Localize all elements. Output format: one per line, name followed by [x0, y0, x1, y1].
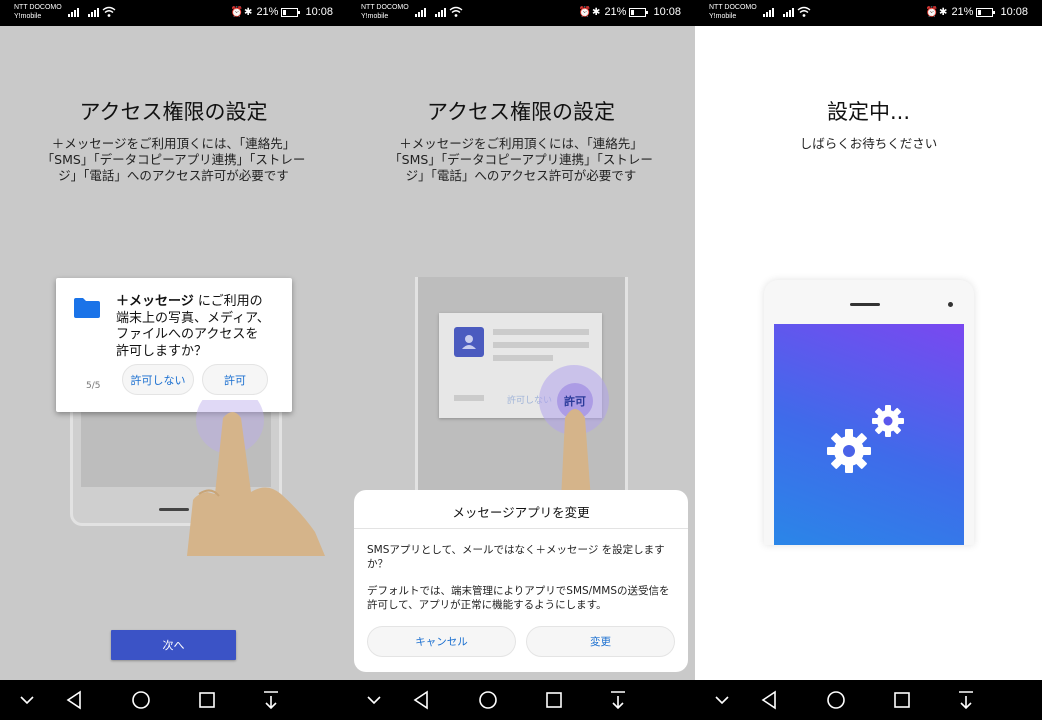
- change-app-dialog: メッセージアプリを変更 SMSアプリとして、メールではなく＋メッセージ を設定し…: [354, 490, 688, 672]
- carrier-line-1: NTT DOCOMO: [14, 4, 62, 11]
- divider: [354, 528, 688, 529]
- page-description: ＋メッセージをご利用頂くには、「連絡先」 「SMS」「データコピーアプリ連携」「…: [41, 136, 306, 183]
- dialog-message: ＋メッセージ にご利用の 端末上の写真、メディア、 ファイルへのアクセスを 許可…: [116, 294, 278, 360]
- battery-percent: 21%: [604, 6, 627, 18]
- status-right: ⏰✱ 21% 10:08: [231, 6, 333, 18]
- wifi-icon: [797, 6, 811, 17]
- chevron-down-icon[interactable]: [20, 690, 34, 710]
- carrier-line-1: NTT DOCOMO: [709, 4, 757, 11]
- dialog-app-name: ＋メッセージ: [116, 294, 194, 309]
- speaker-grille: [850, 303, 880, 306]
- page-description: しばらくお待ちください: [799, 136, 938, 151]
- deny-button-illustration: 許可しない: [122, 364, 194, 395]
- change-button[interactable]: 変更: [526, 626, 675, 657]
- wifi-icon: [449, 6, 463, 17]
- alarm-bluetooth-icon: ⏰✱: [925, 6, 949, 18]
- carrier-line-2: Y!mobile: [709, 13, 737, 20]
- status-bar: NTT DOCOMO Y!mobile ⏰✱ 21% 10:08: [695, 0, 1042, 26]
- text-line-placeholder: [493, 355, 553, 361]
- battery-icon: [976, 7, 996, 17]
- clock: 10:08: [653, 6, 681, 18]
- notification-pulldown-icon[interactable]: [262, 690, 280, 710]
- text-line-placeholder: [493, 329, 589, 335]
- carrier-line-1: NTT DOCOMO: [361, 4, 409, 11]
- signal-icon: [783, 8, 794, 17]
- status-right: ⏰✱ 21% 10:08: [579, 6, 681, 18]
- carrier-label: NTT DOCOMO Y!mobile: [361, 3, 409, 21]
- alarm-bluetooth-icon: ⏰✱: [578, 6, 602, 18]
- carrier-line-2: Y!mobile: [14, 13, 42, 20]
- carrier-label: NTT DOCOMO Y!mobile: [14, 3, 62, 21]
- signal-icon: [763, 8, 774, 17]
- screen-access-permission: NTT DOCOMO Y!mobile ⏰✱ 21% 10:08 アクセス権限の…: [0, 0, 347, 720]
- status-bar: NTT DOCOMO Y!mobile ⏰✱ 21% 10:08: [347, 0, 695, 26]
- cancel-button[interactable]: キャンセル: [367, 626, 516, 657]
- phone-screen: [774, 324, 964, 545]
- navigation-bar: [695, 680, 1042, 720]
- carrier-label: NTT DOCOMO Y!mobile: [709, 3, 757, 21]
- signal-icon: [68, 8, 79, 17]
- page-title: アクセス権限の設定: [427, 100, 615, 124]
- back-icon[interactable]: [66, 690, 82, 710]
- recents-icon[interactable]: [545, 690, 563, 710]
- chevron-down-icon[interactable]: [367, 690, 381, 710]
- carrier-line-2: Y!mobile: [361, 13, 389, 20]
- page-title: 設定中...: [826, 100, 911, 124]
- back-icon[interactable]: [761, 690, 777, 710]
- signal-icon: [88, 8, 99, 17]
- page-title: アクセス権限の設定: [79, 100, 268, 124]
- camera-dot: [948, 302, 953, 307]
- battery-icon: [281, 7, 301, 17]
- text-line-placeholder: [493, 342, 589, 348]
- folder-icon: [74, 298, 100, 318]
- text-line-placeholder: [454, 395, 484, 401]
- alarm-bluetooth-icon: ⏰✱: [230, 6, 254, 18]
- navigation-bar: [0, 680, 347, 720]
- chevron-down-icon[interactable]: [715, 690, 729, 710]
- screen-setting-up: NTT DOCOMO Y!mobile ⏰✱ 21% 10:08 設定中... …: [695, 0, 1042, 720]
- finger-icon: [187, 400, 325, 556]
- battery-percent: 21%: [256, 6, 279, 18]
- signal-icon: [415, 8, 426, 17]
- finger-icon: [561, 409, 591, 500]
- clock: 10:08: [305, 6, 333, 18]
- wifi-icon: [102, 6, 116, 17]
- status-right: ⏰✱ 21% 10:08: [926, 6, 1028, 18]
- dialog-title: メッセージアプリを変更: [452, 505, 590, 520]
- signal-icon: [435, 8, 446, 17]
- status-bar: NTT DOCOMO Y!mobile ⏰✱ 21% 10:08: [0, 0, 347, 26]
- notification-pulldown-icon[interactable]: [957, 690, 975, 710]
- contact-icon: [454, 327, 484, 357]
- recents-icon[interactable]: [198, 690, 216, 710]
- page-description: ＋メッセージをご利用頂くには、「連絡先」 「SMS」「データコピーアプリ連携」「…: [389, 136, 653, 183]
- home-icon[interactable]: [478, 690, 498, 710]
- battery-icon: [629, 7, 649, 17]
- allow-button-illustration: 許可: [202, 364, 268, 395]
- gears-icon: [827, 405, 904, 473]
- battery-percent: 21%: [951, 6, 974, 18]
- back-icon[interactable]: [413, 690, 429, 710]
- navigation-bar: [347, 680, 695, 720]
- notification-pulldown-icon[interactable]: [609, 690, 627, 710]
- screen-change-sms-app: NTT DOCOMO Y!mobile ⏰✱ 21% 10:08 アクセス権限の…: [347, 0, 695, 720]
- next-button[interactable]: 次へ: [111, 630, 236, 660]
- clock: 10:08: [1000, 6, 1028, 18]
- permission-dialog-illustration: ＋メッセージ にご利用の 端末上の写真、メディア、 ファイルへのアクセスを 許可…: [56, 278, 292, 412]
- dialog-question: SMSアプリとして、メールではなく＋メッセージ を設定しますか？: [367, 544, 665, 570]
- home-icon[interactable]: [826, 690, 846, 710]
- recents-icon[interactable]: [893, 690, 911, 710]
- home-icon[interactable]: [131, 690, 151, 710]
- phone-illustration: [764, 280, 974, 545]
- dialog-counter: 5/5: [86, 381, 101, 391]
- dialog-explanation: デフォルトでは、端末管理によりアプリでSMS/MMSの送受信を許可して、アプリが…: [367, 585, 670, 611]
